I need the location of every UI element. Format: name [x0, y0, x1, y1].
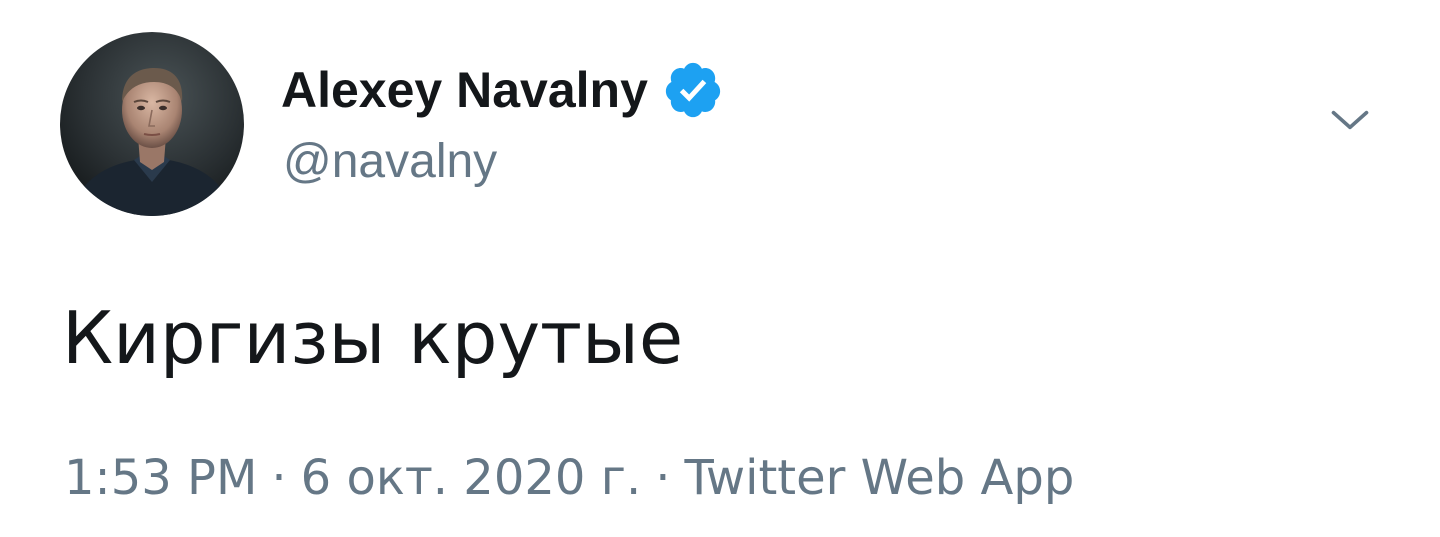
avatar-image	[60, 32, 244, 216]
tweet-time[interactable]: 1:53 PM	[64, 446, 257, 510]
avatar[interactable]	[60, 32, 244, 216]
author-name[interactable]: Alexey Navalny	[281, 58, 648, 122]
tweet-source[interactable]: Twitter Web App	[684, 446, 1074, 510]
meta-separator: ·	[271, 450, 287, 506]
more-options-button[interactable]	[1322, 92, 1378, 148]
verified-badge-icon	[662, 59, 724, 121]
tweet-card: Alexey Navalny @navalny Киргизы крутые 1…	[0, 0, 1440, 537]
chevron-down-icon	[1331, 110, 1369, 130]
tweet-text: Киргизы крутые	[62, 296, 684, 380]
tweet-meta: 1:53 PM · 6 окт. 2020 г. · Twitter Web A…	[64, 446, 1074, 510]
meta-separator: ·	[655, 450, 671, 506]
author-name-row: Alexey Navalny	[281, 58, 724, 122]
tweet-date[interactable]: 6 окт. 2020 г.	[301, 446, 642, 510]
author-handle[interactable]: @navalny	[283, 132, 497, 192]
